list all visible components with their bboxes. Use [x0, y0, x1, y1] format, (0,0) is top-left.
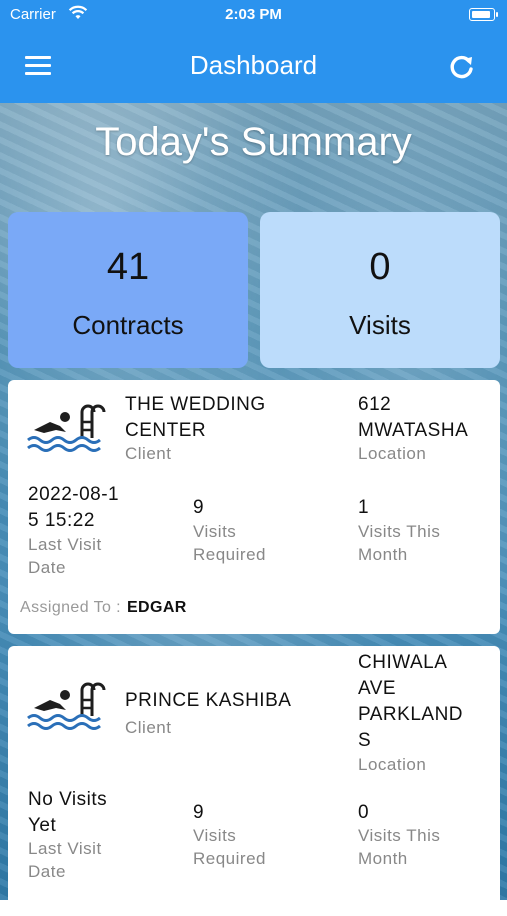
assigned-name: EDGAR — [126, 599, 187, 616]
last-visit-label-line2: Date — [28, 862, 66, 881]
visits-required-value: 9 — [193, 497, 205, 518]
swimmer-pool-icon — [27, 682, 106, 730]
visits-month-label-line2: Month — [358, 849, 408, 868]
refresh-icon[interactable] — [447, 53, 477, 81]
visits-required-label-line2: Required — [193, 545, 266, 564]
last-visit-label: Last Visit — [28, 839, 102, 858]
client-name: PRINCE KASHIBA — [125, 690, 292, 711]
contract-card[interactable]: PRINCE KASHIBA Client CHIWALA AVE PARKLA… — [8, 646, 500, 916]
contracts-label: Contracts — [72, 310, 184, 340]
last-visit-label-line2: Date — [28, 558, 66, 577]
page-title: Dashboard — [189, 50, 318, 80]
client-label: Client — [125, 718, 172, 737]
visits-month-label: Visits This — [358, 522, 441, 541]
assigned-to: Assigned To : EDGAR — [20, 599, 187, 617]
location-value-line2: MWATASHA — [358, 420, 469, 441]
visits-required-label: Visits — [193, 826, 237, 845]
last-visit-value: 2022-08-1 — [28, 484, 120, 505]
client-label: Client — [125, 444, 172, 463]
last-visit-value-line2: Yet — [28, 815, 57, 836]
last-visit-label: Last Visit — [28, 535, 102, 554]
location-label: Location — [358, 444, 427, 463]
battery-icon — [469, 8, 495, 21]
location-value-line2: AVE — [358, 678, 397, 699]
status-bar: Carrier 2:03 PM — [0, 0, 507, 34]
location-value-line4: S — [358, 730, 372, 751]
location-value: 612 — [358, 394, 392, 415]
visits-month-label: Visits This — [358, 826, 441, 845]
visits-required-label-line2: Required — [193, 849, 266, 868]
visits-month-value: 0 — [358, 802, 370, 823]
assigned-label: Assigned To : — [20, 599, 121, 616]
location-value: CHIWALA — [358, 652, 448, 673]
location-value-line3: PARKLAND — [358, 704, 464, 725]
visits-label: Visits — [349, 310, 411, 340]
visits-month-value: 1 — [358, 497, 370, 518]
contract-card[interactable]: THE WEDDING CENTER Client 612 MWATASHA L… — [8, 380, 500, 634]
visits-month-label-line2: Month — [358, 545, 408, 564]
summary-title: Today's Summary — [95, 120, 412, 164]
visits-count: 0 — [369, 246, 391, 288]
visits-required-value: 9 — [193, 802, 205, 823]
contracts-count: 41 — [106, 246, 150, 288]
last-visit-value: No Visits — [28, 789, 108, 810]
client-name-line2: CENTER — [125, 420, 207, 441]
last-visit-value-line2: 5 15:22 — [28, 510, 95, 531]
client-name: THE WEDDING — [125, 394, 266, 415]
visits-required-label: Visits — [193, 522, 237, 541]
location-label: Location — [358, 755, 427, 774]
swimmer-pool-icon — [27, 404, 106, 452]
battery-tip — [496, 12, 498, 17]
clock: 2:03 PM — [225, 6, 282, 23]
contracts-tile[interactable]: 41 Contracts — [8, 212, 248, 368]
visits-tile[interactable]: 0 Visits — [260, 212, 500, 368]
app-header: Carrier 2:03 PM Dashboard — [0, 0, 507, 103]
